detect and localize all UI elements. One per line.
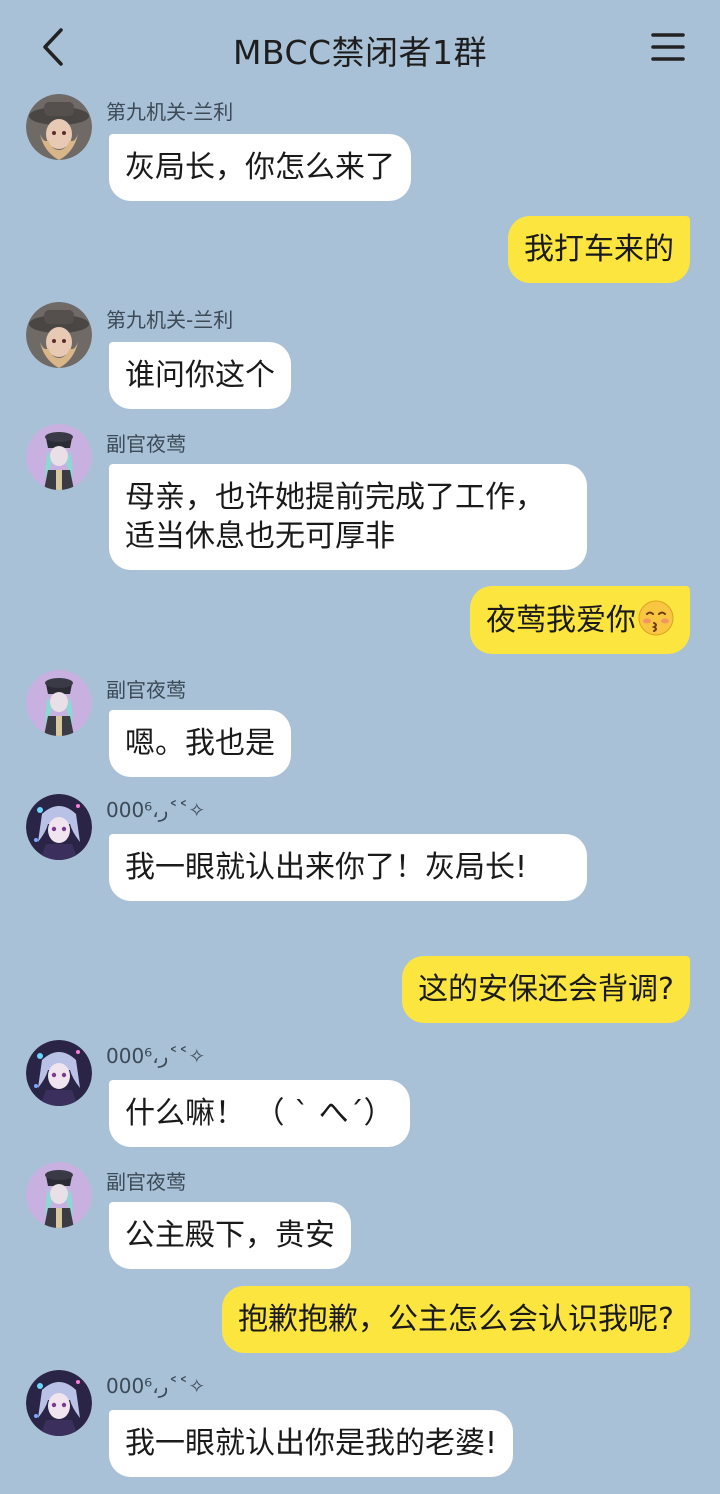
avatar-nightingale[interactable] (26, 1162, 92, 1228)
sender-name: 副官夜莺 (106, 1170, 186, 1194)
message-text: 嗯。我也是 (125, 726, 275, 761)
avatar-nightingale[interactable] (26, 670, 92, 736)
avatar-000[interactable] (26, 794, 92, 860)
avatar-000[interactable] (26, 1370, 92, 1436)
avatar-nightingale[interactable] (26, 424, 92, 490)
avatar-lanli[interactable] (26, 302, 92, 368)
message-text: 我一眼就认出你是我的老婆! (125, 1426, 498, 1461)
message-text: 公主殿下，贵安 (125, 1218, 335, 1253)
chat-header: MBCC禁闭者1群 (0, 0, 720, 94)
sender-name: 副官夜莺 (106, 678, 186, 702)
message-bubble[interactable]: 嗯。我也是 (109, 710, 291, 777)
message-bubble[interactable]: 我一眼就认出你是我的老婆! (109, 1410, 514, 1477)
message-bubble[interactable]: 这的安保还会背调? (402, 956, 690, 1023)
sender-name: 000⁶،ر˂˂✧ (106, 1044, 206, 1068)
message-text: 母亲，也许她提前完成了工作，适当休息也无可厚非 (125, 480, 545, 554)
message-bubble[interactable]: 公主殿下，贵安 (109, 1202, 351, 1269)
sender-name: 第九机关-兰利 (106, 308, 234, 332)
message-bubble[interactable]: 我打车来的 (508, 216, 690, 283)
message-text: 我一眼就认出来你了！灰局长! (125, 850, 528, 885)
message-bubble[interactable]: 谁问你这个 (109, 342, 291, 409)
sender-name: 第九机关-兰利 (106, 100, 234, 124)
message-bubble[interactable]: 母亲，也许她提前完成了工作，适当休息也无可厚非 (109, 464, 587, 570)
avatar-000[interactable] (26, 1040, 92, 1106)
message-bubble[interactable]: 我一眼就认出来你了！灰局长! (109, 834, 587, 901)
kissing-face-emoji (638, 600, 674, 636)
message-bubble[interactable]: 夜莺我爱你 (470, 586, 690, 654)
menu-button[interactable] (642, 22, 694, 72)
message-bubble[interactable]: 灰局长，你怎么来了 (109, 134, 411, 201)
message-text: 这的安保还会背调? (418, 972, 674, 1007)
chat-title: MBCC禁闭者1群 (232, 33, 488, 72)
message-text: 灰局长，你怎么来了 (125, 150, 395, 185)
sender-name: 000⁶،ر˂˂✧ (106, 1374, 206, 1398)
avatar-lanli[interactable] (26, 94, 92, 160)
message-text: 抱歉抱歉，公主怎么会认识我呢? (238, 1302, 674, 1337)
sender-name: 副官夜莺 (106, 432, 186, 456)
sender-name: 000⁶،ر˂˂✧ (106, 798, 206, 822)
message-text: 什么嘛！ （ ` へ´） (125, 1096, 394, 1131)
message-text: 夜莺我爱你 (486, 603, 636, 638)
hamburger-menu-icon (651, 33, 685, 61)
message-text: 谁问你这个 (125, 358, 275, 393)
message-text: 我打车来的 (524, 232, 674, 267)
message-bubble[interactable]: 什么嘛！ （ ` へ´） (109, 1080, 410, 1147)
message-bubble[interactable]: 抱歉抱歉，公主怎么会认识我呢? (222, 1286, 690, 1353)
